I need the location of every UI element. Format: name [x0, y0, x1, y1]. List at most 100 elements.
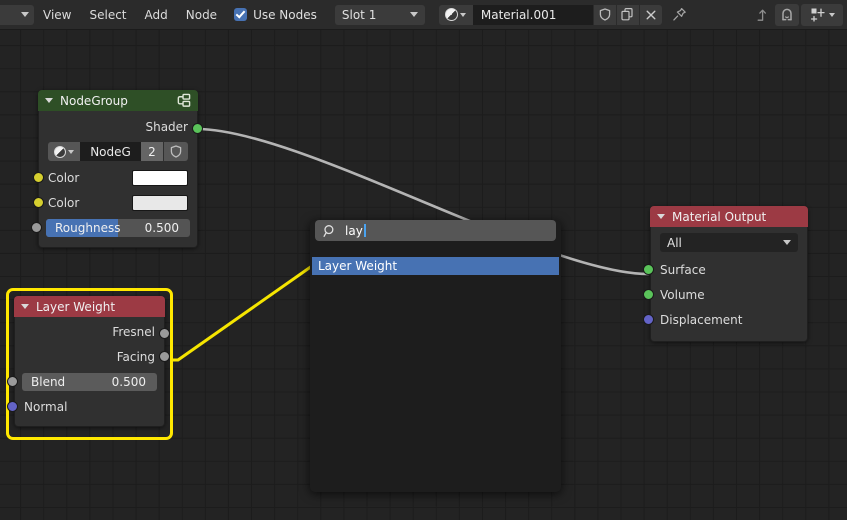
output-row-shader: Shader: [39, 111, 203, 139]
render-target-dropdown[interactable]: All: [660, 233, 798, 252]
node-header-node-group[interactable]: NodeGroup: [38, 90, 198, 111]
menu-select[interactable]: Select: [80, 4, 135, 26]
output-label-facing: Facing: [116, 349, 155, 364]
link-dragging-yellow: [170, 264, 314, 362]
node-title: Material Output: [672, 209, 767, 224]
node-body-layer-weight: Fresnel Facing Blend 0.500 Normal: [7, 317, 170, 427]
output-row-facing: Facing: [15, 344, 170, 369]
roughness-slider[interactable]: Roughness 0.500: [46, 218, 190, 237]
blend-slider[interactable]: Blend 0.500: [22, 372, 157, 391]
search-query-text: lay: [345, 223, 363, 238]
parent-node-tree-button[interactable]: [749, 4, 773, 26]
node-title: NodeGroup: [60, 93, 128, 108]
pin-icon: [673, 7, 687, 21]
checkmark-icon: [234, 8, 248, 21]
input-row-blend: Blend 0.500: [7, 369, 164, 394]
new-material-button[interactable]: [616, 4, 639, 25]
text-cursor: [363, 224, 366, 237]
fake-user-button[interactable]: [593, 4, 616, 25]
node-body-node-group: Shader NodeG 2 Color Color Roughness 0.5…: [31, 111, 203, 248]
arrow-up-icon: [757, 9, 766, 21]
editor-type-dropdown[interactable]: t: [0, 4, 34, 25]
color-swatch-2[interactable]: [132, 194, 188, 211]
collapse-triangle-icon[interactable]: [657, 214, 665, 219]
use-nodes-label: Use Nodes: [253, 7, 317, 22]
node-canvas[interactable]: NodeGroup Shader NodeG 2 Color Color Rou…: [0, 30, 847, 520]
output-label-shader: Shader: [145, 119, 188, 134]
chevron-down-icon: [409, 12, 418, 17]
snap-target-dropdown[interactable]: [801, 3, 843, 26]
node-header-layer-weight[interactable]: Layer Weight: [14, 296, 165, 317]
menu-node[interactable]: Node: [177, 4, 226, 26]
material-slot-value: Slot 1: [341, 7, 377, 22]
blend-value: 0.500: [111, 374, 146, 389]
search-icon: [323, 224, 334, 237]
output-label-fresnel: Fresnel: [112, 325, 155, 339]
material-browse-button[interactable]: [438, 4, 473, 25]
collapse-triangle-icon[interactable]: [21, 304, 29, 309]
roughness-value: 0.500: [144, 220, 179, 235]
shield-icon: [170, 145, 182, 158]
pin-button[interactable]: [668, 5, 692, 25]
socket-normal-input[interactable]: [7, 401, 18, 412]
node-header-material-output[interactable]: Material Output: [650, 206, 808, 227]
node-material-output[interactable]: Material Output All Surface Volume Displ…: [643, 206, 808, 342]
unlink-material-button[interactable]: [639, 4, 662, 25]
node-group-fake-user-button[interactable]: [164, 142, 188, 161]
input-row-roughness: Roughness 0.500: [31, 215, 197, 240]
node-group-datablock: NodeG 2: [48, 142, 188, 161]
node-group-name-field[interactable]: NodeG: [80, 142, 141, 161]
material-name-field[interactable]: Material.001: [472, 4, 593, 25]
use-nodes-checkbox[interactable]: Use Nodes: [234, 4, 321, 26]
node-group-user-count[interactable]: 2: [141, 142, 163, 161]
input-label-displacement: Displacement: [660, 312, 743, 327]
socket-displacement-input[interactable]: [643, 314, 654, 325]
socket-roughness-input[interactable]: [31, 222, 42, 233]
socket-surface-input[interactable]: [643, 264, 654, 275]
material-sphere-icon: [445, 8, 459, 21]
editor-header: t View Select Add Node Use Nodes Slot 1 …: [0, 0, 847, 30]
node-group-browse-button[interactable]: [48, 142, 80, 161]
close-x-icon: [646, 10, 656, 19]
render-target-value: All: [667, 235, 682, 250]
input-row-color-2: Color: [33, 190, 197, 215]
socket-volume-input[interactable]: [643, 289, 654, 300]
menu-view[interactable]: View: [34, 4, 80, 26]
input-row-displacement: Displacement: [643, 307, 807, 332]
chevron-down-icon: [783, 240, 791, 245]
input-label-normal: Normal: [24, 399, 68, 414]
chevron-down-icon: [68, 149, 74, 154]
search-result-label: Layer Weight: [318, 259, 398, 273]
node-body-material-output: All Surface Volume Displacement: [643, 227, 808, 342]
input-label-color-1: Color: [48, 170, 80, 185]
collapse-triangle-icon[interactable]: [45, 98, 53, 103]
socket-color-1-input[interactable]: [33, 172, 44, 183]
socket-color-2-input[interactable]: [33, 197, 44, 208]
snap-toggle-button[interactable]: [775, 3, 799, 26]
socket-shader-output[interactable]: [192, 123, 203, 134]
node-group-icon: [177, 93, 191, 107]
material-sphere-icon: [54, 145, 66, 158]
search-result-layer-weight[interactable]: Layer Weight: [312, 257, 559, 275]
chevron-down-icon: [460, 12, 467, 17]
node-search-input[interactable]: lay: [315, 220, 556, 241]
roughness-label: Roughness: [55, 220, 121, 235]
material-slot-dropdown[interactable]: Slot 1: [334, 4, 425, 25]
chevron-down-icon: [21, 12, 29, 17]
input-row-surface: Surface: [643, 257, 807, 282]
magnet-icon: [782, 8, 792, 20]
socket-facing-output[interactable]: [159, 351, 170, 362]
blend-label: Blend: [31, 374, 66, 389]
socket-blend-input[interactable]: [7, 376, 18, 387]
menu-add[interactable]: Add: [136, 4, 177, 26]
input-label-volume: Volume: [660, 287, 705, 302]
node-node-group[interactable]: NodeGroup Shader NodeG 2 Color Color Rou…: [31, 90, 203, 248]
output-row-fresnel: Fresnel: [15, 317, 170, 344]
header-right-tools: [749, 3, 847, 26]
input-row-volume: Volume: [643, 282, 807, 307]
color-swatch-1[interactable]: [132, 169, 188, 186]
input-row-normal: Normal: [7, 394, 164, 419]
socket-fresnel-output[interactable]: [159, 328, 170, 339]
node-layer-weight[interactable]: Layer Weight Fresnel Facing Blend 0.500: [7, 296, 170, 427]
input-label-color-2: Color: [48, 195, 80, 210]
